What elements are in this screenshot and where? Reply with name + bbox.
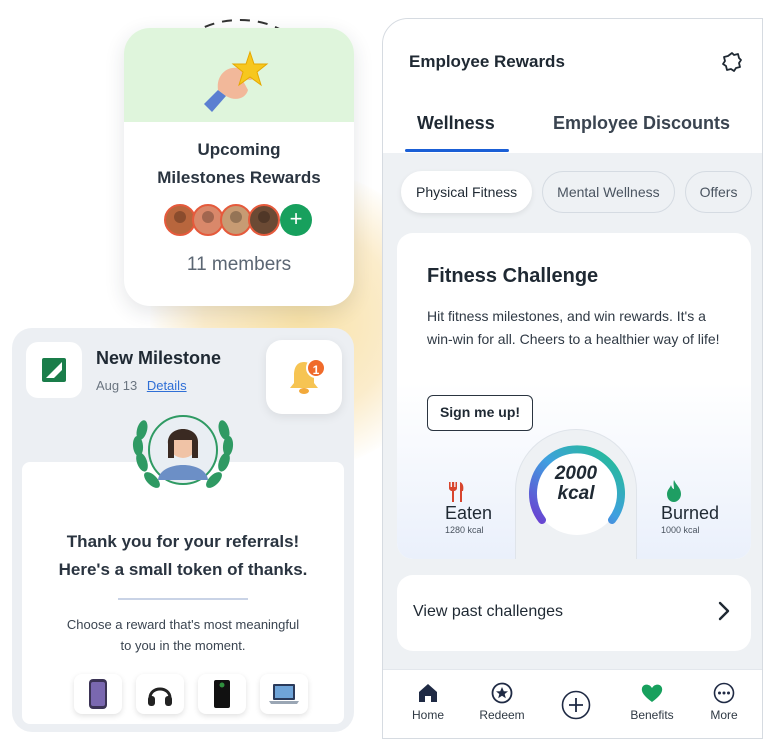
gauge-value: 2000 kcal — [516, 464, 636, 504]
fork-knife-icon — [449, 482, 464, 502]
chevron-right-icon — [718, 601, 730, 621]
choose-line1: Choose a reward that's most meaningful — [66, 617, 300, 632]
thanks-line1: Thank you for your referrals! — [66, 532, 300, 551]
category-chips: Physical Fitness Mental Wellness Offers — [401, 171, 753, 213]
thanks-message: Thank you for your referrals! Here's a s… — [22, 528, 344, 584]
tab-employee-discounts[interactable]: Employee Discounts — [553, 113, 730, 134]
milestones-title: Upcoming Milestones Rewards — [124, 136, 354, 192]
flame-icon — [667, 480, 681, 502]
plus-circle-icon — [561, 690, 591, 720]
reward-headphones[interactable] — [136, 674, 184, 714]
milestone-date-row: Aug 13 Details — [96, 378, 187, 393]
eaten-label: Eaten — [445, 503, 493, 523]
members-count: 11 members — [186, 254, 292, 275]
fitness-challenge-card: Fitness Challenge Hit fitness milestones… — [397, 233, 751, 559]
app-title: Employee Rewards — [409, 52, 565, 71]
hand-star-icon — [204, 50, 269, 112]
challenge-description: Hit fitness milestones, and win rewards.… — [427, 308, 720, 347]
chip-offers[interactable]: Offers — [684, 171, 753, 213]
calorie-gauge: 2000 kcal — [515, 429, 637, 559]
nav-home-label: Home — [411, 708, 444, 722]
sign-up-button[interactable]: Sign me up! — [427, 395, 533, 431]
gauge-unit: kcal — [557, 483, 595, 504]
past-challenges-label: View past challenges — [413, 603, 564, 620]
burned-value: 1000 kcal — [661, 525, 700, 535]
referrer-portrait — [132, 415, 234, 488]
avatar — [248, 204, 280, 236]
notification-button[interactable]: 1 — [266, 340, 342, 414]
chip-physical-fitness[interactable]: Physical Fitness — [401, 171, 533, 213]
eaten-value: 1280 kcal — [445, 525, 484, 535]
phone-icon — [89, 679, 107, 709]
details-link[interactable]: Details — [147, 378, 187, 393]
thanks-line2: Here's a small token of thanks. — [58, 560, 308, 579]
choose-reward-text: Choose a reward that's most meaningful t… — [22, 614, 344, 656]
nav-redeem-label: Redeem — [479, 708, 525, 722]
reward-laptop[interactable] — [260, 674, 308, 714]
headphones-icon — [148, 687, 172, 706]
star-badge-icon — [491, 682, 513, 704]
reward-phone[interactable] — [74, 674, 122, 714]
settings-icon[interactable] — [721, 51, 743, 73]
milestones-title-line2: Milestones Rewards — [157, 168, 321, 187]
notification-badge: 1 — [306, 358, 326, 378]
new-milestone-card: New Milestone Aug 13 Details 1 Thank you… — [12, 328, 354, 732]
company-logo — [26, 342, 82, 398]
logo-icon — [42, 358, 66, 382]
nav-more-label: More — [710, 708, 738, 722]
milestones-title-line1: Upcoming — [197, 140, 281, 159]
nav-redeem[interactable]: Redeem — [467, 682, 537, 722]
plus-icon[interactable]: + — [280, 204, 312, 236]
burned-label: Burned — [661, 503, 720, 523]
choose-line2: to you in the moment. — [120, 638, 246, 653]
nav-add[interactable] — [541, 690, 611, 720]
heart-icon — [641, 684, 663, 702]
tab-wellness[interactable]: Wellness — [417, 113, 495, 134]
nav-benefits[interactable]: Benefits — [617, 682, 687, 722]
nav-benefits-label: Benefits — [630, 708, 674, 722]
divider — [118, 598, 248, 600]
gauge-number: 2000 — [554, 463, 598, 484]
challenge-title: Fitness Challenge — [427, 265, 599, 287]
chip-mental-wellness[interactable]: Mental Wellness — [542, 171, 675, 213]
milestone-date: Aug 13 — [96, 378, 138, 393]
milestone-title: New Milestone — [96, 348, 222, 368]
member-avatars[interactable]: + — [164, 204, 312, 236]
bottom-navigation: Home Redeem Benefits More — [383, 669, 762, 738]
console-icon — [214, 680, 230, 708]
laptop-icon — [269, 684, 299, 704]
more-icon — [713, 682, 735, 704]
active-tab-indicator — [405, 149, 509, 152]
reward-options — [74, 674, 308, 714]
home-icon — [419, 684, 437, 702]
reward-console[interactable] — [198, 674, 246, 714]
milestones-rewards-card[interactable]: Upcoming Milestones Rewards + 11 members — [124, 28, 354, 306]
employee-rewards-app: Employee Rewards Wellness Employee Disco… — [382, 18, 763, 739]
nav-home[interactable]: Home — [393, 682, 463, 722]
view-past-challenges-button[interactable]: View past challenges — [397, 575, 751, 651]
nav-more[interactable]: More — [689, 682, 759, 722]
